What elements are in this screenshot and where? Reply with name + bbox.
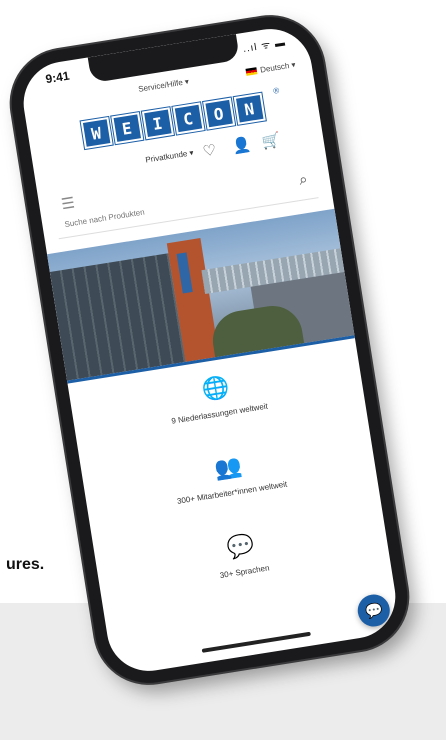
hamburger-menu-icon[interactable]: ☰ [60,193,76,213]
status-icons: ..ıl ᯤ ▬ [242,37,287,55]
caption-fragment: ures. [6,556,45,573]
language-label: Deutsch ▾ [259,60,297,75]
hero-image [47,208,355,384]
service-help-menu[interactable]: Service/Hilfe ▾ [138,77,190,94]
stat-employees: 👥 300+ Mitarbeiter*innen weltweit [82,432,376,520]
german-flag-icon [245,67,258,76]
logo-letter: N [233,92,266,125]
customer-type-selector[interactable]: Privatkunde ▾ [145,148,194,164]
logo-letter: C [172,102,205,135]
registered-mark: ® [272,85,280,96]
stat-languages: 💬 30+ Sprachen [95,511,389,599]
globe-icon: 🌐 [200,373,232,403]
search-icon[interactable]: ⌕ [298,171,309,189]
logo-letter: W [80,117,113,150]
speech-bubble-icon: 💬 [225,531,257,561]
building-glass [49,253,186,381]
user-icon[interactable]: 👤 [231,135,252,156]
heart-icon[interactable]: ♡ [201,141,218,161]
people-icon: 👥 [212,452,244,482]
phone-screen: 9:41 ..ıl ᯤ ▬ Service/Hilfe ▾ Deutsch ▾ … [17,23,402,677]
logo-letter: I [141,107,174,140]
status-time: 9:41 [44,68,71,87]
phone-mockup: 9:41 ..ıl ᯤ ▬ Service/Hilfe ▾ Deutsch ▾ … [3,9,416,691]
chat-icon: 💬 [363,600,384,620]
language-selector[interactable]: Deutsch ▾ [245,60,297,77]
logo-letter: E [110,112,143,145]
cart-icon[interactable]: 🛒 [261,130,282,151]
logo-letter: O [202,97,235,130]
